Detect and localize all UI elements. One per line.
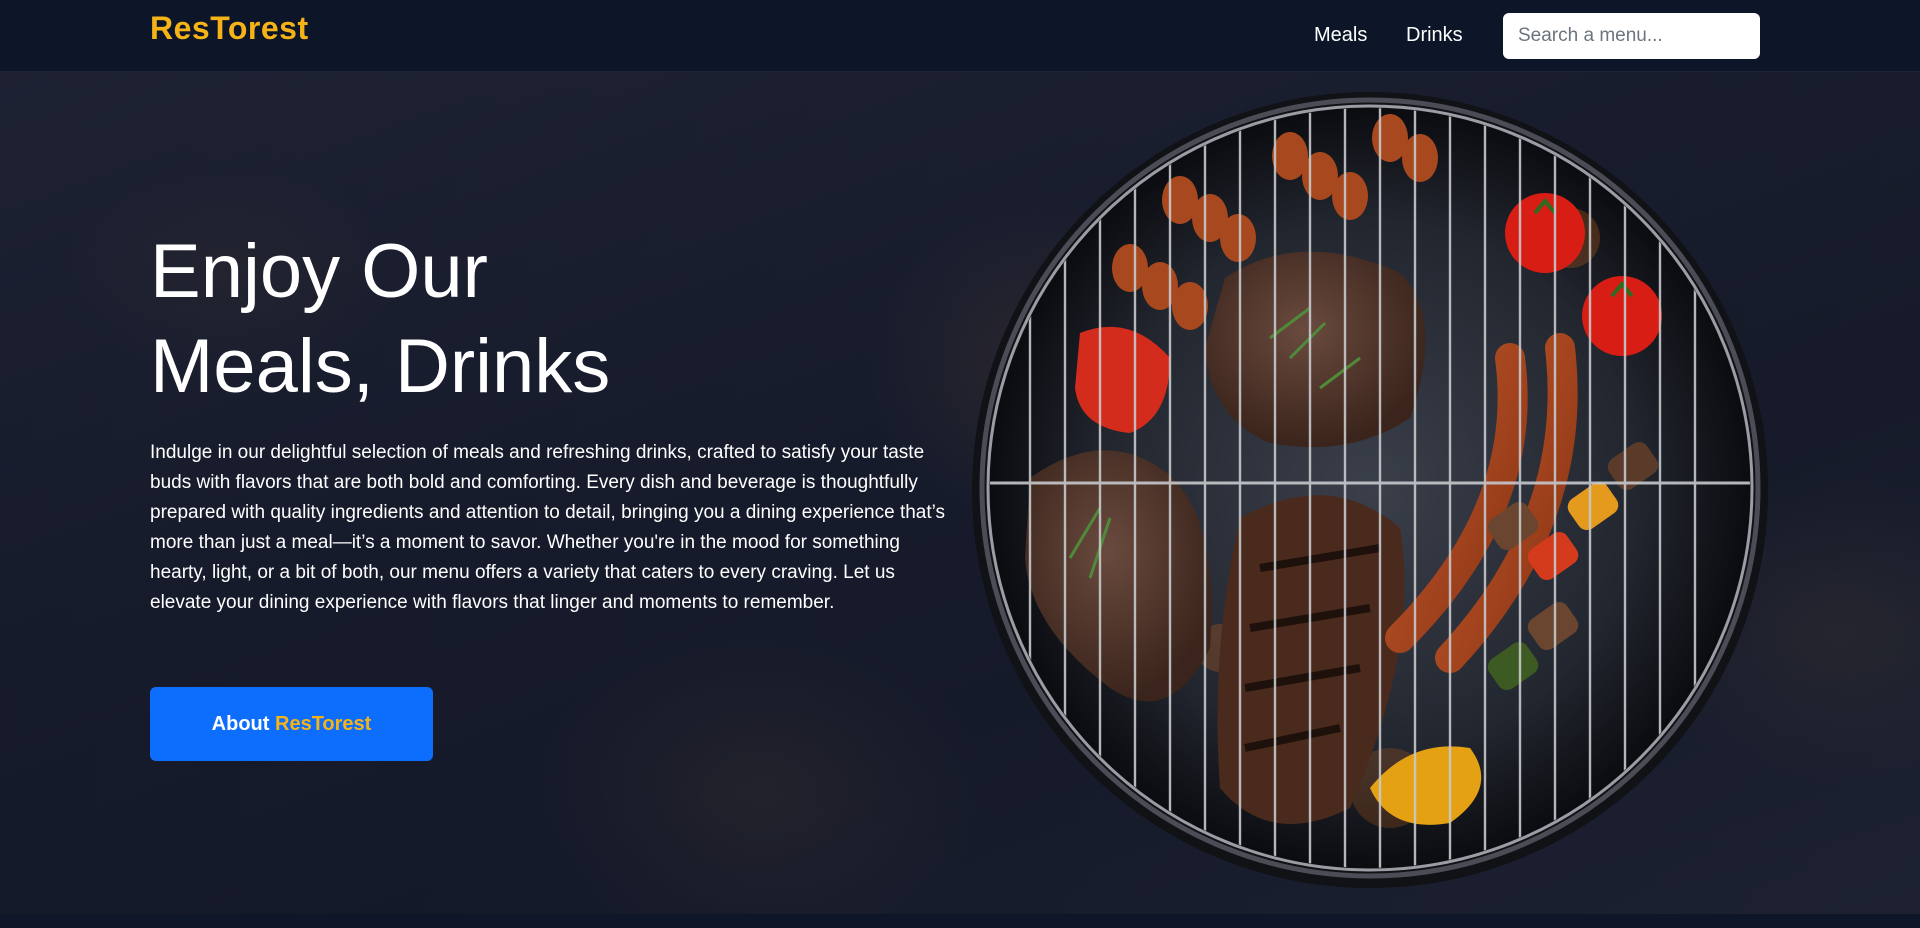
search-input[interactable] — [1503, 13, 1760, 59]
hero-title: Enjoy Our Meals, Drinks — [150, 224, 850, 414]
hero-description: Indulge in our delightful selection of m… — [150, 442, 946, 613]
nav-link-meals[interactable]: Meals — [1314, 24, 1367, 47]
navbar: ResTorest Meals Drinks — [0, 0, 1920, 72]
bbq-grill-image — [972, 92, 1768, 888]
brand-logo[interactable]: ResTorest — [150, 10, 309, 47]
about-button[interactable]: About ResTorest — [150, 687, 433, 761]
nav-link-drinks[interactable]: Drinks — [1406, 24, 1463, 47]
page-bottom-edge — [0, 914, 1920, 928]
hero-title-line-1: Enjoy Our — [150, 229, 488, 314]
hero-section: Enjoy Our Meals, Drinks Indulge in our d… — [0, 72, 1920, 914]
hero-title-line-2: Meals, Drinks — [150, 324, 611, 409]
about-button-label: About — [211, 712, 270, 735]
about-button-brand: ResTorest — [275, 712, 372, 735]
